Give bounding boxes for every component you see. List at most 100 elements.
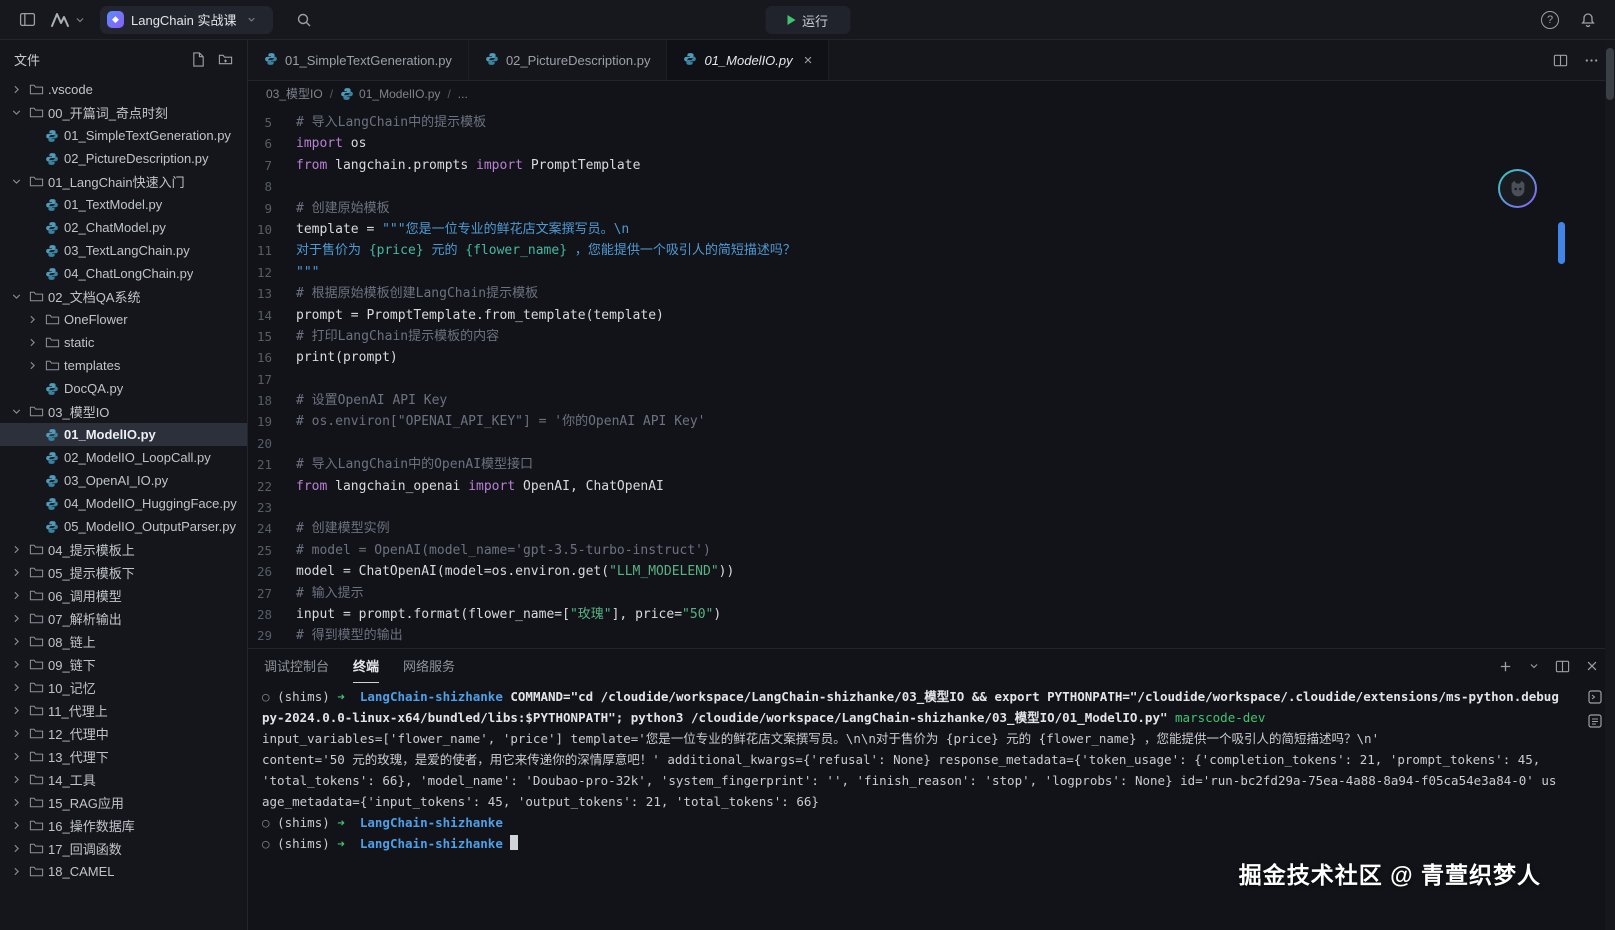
code-line[interactable]: 18# 设置OpenAI API Key <box>248 390 1615 411</box>
new-folder-icon[interactable] <box>218 52 233 67</box>
tree-folder[interactable]: 12_代理中 <box>0 722 247 745</box>
terminal-output[interactable]: ○ (shims) ➜ LangChain-shizhanke COMMAND=… <box>248 683 1575 930</box>
tree-file[interactable]: 02_PictureDescription.py <box>0 147 247 170</box>
tree-folder[interactable]: 18_CAMEL <box>0 860 247 883</box>
code-line[interactable]: 25# model = OpenAI(model_name='gpt-3.5-t… <box>248 540 1615 561</box>
code-text: import os <box>296 133 366 154</box>
code-line[interactable]: 12""" <box>248 262 1615 283</box>
tree-file[interactable]: 02_ModelIO_LoopCall.py <box>0 446 247 469</box>
close-tab-icon[interactable]: × <box>804 52 813 69</box>
more-actions-icon[interactable] <box>1584 53 1599 68</box>
tree-folder[interactable]: 13_代理下 <box>0 745 247 768</box>
code-line[interactable]: 15# 打印LangChain提示模板的内容 <box>248 326 1615 347</box>
editor-tab[interactable]: 02_PictureDescription.py <box>469 40 668 80</box>
code-line[interactable]: 29# 得到模型的输出 <box>248 625 1615 646</box>
code-line[interactable]: 21# 导入LangChain中的OpenAI模型接口 <box>248 454 1615 475</box>
code-line[interactable]: 6import os <box>248 133 1615 154</box>
tree-item-label: 03_模型IO <box>48 402 109 421</box>
code-line[interactable]: 22from langchain_openai import OpenAI, C… <box>248 476 1615 497</box>
code-line[interactable]: 23 <box>248 497 1615 518</box>
tree-folder[interactable]: 02_文档QA系统 <box>0 285 247 308</box>
tree-file[interactable]: 01_SimpleTextGeneration.py <box>0 124 247 147</box>
code-line[interactable]: 8 <box>248 176 1615 197</box>
editor-tab[interactable]: 01_ModelIO.py× <box>667 40 829 80</box>
window-scrollbar-thumb[interactable] <box>1606 48 1614 100</box>
code-line[interactable]: 26model = ChatOpenAI(model=os.environ.ge… <box>248 561 1615 582</box>
tree-folder[interactable]: 05_提示模板下 <box>0 561 247 584</box>
python-file-icon <box>44 428 60 442</box>
tree-folder[interactable]: 09_链下 <box>0 653 247 676</box>
tree-file[interactable]: 01_TextModel.py <box>0 193 247 216</box>
bell-icon[interactable] <box>1575 7 1601 33</box>
breadcrumb-item[interactable]: 01_ModelIO.py <box>340 87 440 101</box>
code-line[interactable]: 20 <box>248 433 1615 454</box>
tree-folder[interactable]: 17_回调函数 <box>0 837 247 860</box>
new-terminal-icon[interactable] <box>1498 659 1513 674</box>
project-switcher[interactable]: ◆ LangChain 实战课 <box>100 6 273 34</box>
panel-tab[interactable]: 终端 <box>353 649 379 683</box>
tree-folder[interactable]: 04_提示模板上 <box>0 538 247 561</box>
tree-file[interactable]: 04_ChatLongChain.py <box>0 262 247 285</box>
tree-file[interactable]: DocQA.py <box>0 377 247 400</box>
terminal-list-icon[interactable] <box>1587 713 1603 729</box>
tree-folder[interactable]: .vscode <box>0 78 247 101</box>
tree-folder[interactable]: 03_模型IO <box>0 400 247 423</box>
code-line[interactable]: 24# 创建模型实例 <box>248 518 1615 539</box>
split-terminal-icon[interactable] <box>1555 659 1570 674</box>
help-icon[interactable]: ? <box>1541 11 1559 29</box>
tree-file[interactable]: 01_ModelIO.py <box>0 423 247 446</box>
editor-scrollbar-thumb[interactable] <box>1558 222 1565 264</box>
tree-folder[interactable]: templates <box>0 354 247 377</box>
code-line[interactable]: 13# 根据原始模板创建LangChain提示模板 <box>248 283 1615 304</box>
editor-tab[interactable]: 01_SimpleTextGeneration.py <box>248 40 469 80</box>
open-in-editor-icon[interactable] <box>1587 689 1603 705</box>
toggle-sidebar-icon[interactable] <box>14 7 40 33</box>
tree-file[interactable]: 04_ModelIO_HuggingFace.py <box>0 492 247 515</box>
code-line[interactable]: 19# os.environ["OPENAI_API_KEY"] = '你的Op… <box>248 411 1615 432</box>
run-button[interactable]: 运行 <box>765 6 850 34</box>
panel-tab[interactable]: 调试控制台 <box>264 649 329 683</box>
ai-assistant-button[interactable] <box>1498 169 1537 208</box>
tree-file[interactable]: 03_OpenAI_IO.py <box>0 469 247 492</box>
tree-file[interactable]: 05_ModelIO_OutputParser.py <box>0 515 247 538</box>
tree-folder[interactable]: 11_代理上 <box>0 699 247 722</box>
chevron-right-icon <box>8 842 24 855</box>
split-editor-icon[interactable] <box>1553 53 1568 68</box>
code-editor[interactable]: 5# 导入LangChain中的提示模板6import os7from lang… <box>248 106 1615 648</box>
tree-file[interactable]: 03_TextLangChain.py <box>0 239 247 262</box>
code-line[interactable]: 7from langchain.prompts import PromptTem… <box>248 155 1615 176</box>
ide-logo-icon[interactable] <box>50 12 72 28</box>
code-line[interactable]: 28input = prompt.format(flower_name=["玫瑰… <box>248 604 1615 625</box>
code-line[interactable]: 11对于售价为 {price} 元的 {flower_name} ，您能提供一个… <box>248 240 1615 261</box>
tree-folder[interactable]: 10_记忆 <box>0 676 247 699</box>
breadcrumb-separator: / <box>330 87 333 101</box>
tree-folder[interactable]: OneFlower <box>0 308 247 331</box>
code-line[interactable]: 16print(prompt) <box>248 347 1615 368</box>
code-line[interactable]: 5# 导入LangChain中的提示模板 <box>248 112 1615 133</box>
tree-folder[interactable]: 15_RAG应用 <box>0 791 247 814</box>
tree-file[interactable]: 02_ChatModel.py <box>0 216 247 239</box>
code-line[interactable]: 9# 创建原始模板 <box>248 198 1615 219</box>
breadcrumb-item[interactable]: 03_模型IO <box>266 85 323 102</box>
chevron-down-icon[interactable] <box>74 14 86 26</box>
tree-folder[interactable]: static <box>0 331 247 354</box>
tree-folder[interactable]: 08_链上 <box>0 630 247 653</box>
close-panel-icon[interactable] <box>1585 659 1599 673</box>
tree-folder[interactable]: 00_开篇词_奇点时刻 <box>0 101 247 124</box>
panel-tab[interactable]: 网络服务 <box>403 649 455 683</box>
tree-folder[interactable]: 01_LangChain快速入门 <box>0 170 247 193</box>
new-file-icon[interactable] <box>191 52 206 67</box>
tree-folder[interactable]: 06_调用模型 <box>0 584 247 607</box>
tree-folder[interactable]: 16_操作数据库 <box>0 814 247 837</box>
code-line[interactable]: 10template = """您是一位专业的鲜花店文案撰写员。\n <box>248 219 1615 240</box>
search-icon[interactable] <box>291 7 317 33</box>
tree-folder[interactable]: 14_工具 <box>0 768 247 791</box>
code-line[interactable]: 17 <box>248 369 1615 390</box>
chevron-down-icon <box>8 175 24 188</box>
breadcrumb-item[interactable]: ... <box>458 87 468 101</box>
tree-folder[interactable]: 07_解析输出 <box>0 607 247 630</box>
window-scrollbar[interactable] <box>1605 40 1615 930</box>
code-line[interactable]: 27# 输入提示 <box>248 583 1615 604</box>
code-line[interactable]: 14prompt = PromptTemplate.from_template(… <box>248 305 1615 326</box>
terminal-dropdown-icon[interactable] <box>1528 660 1540 672</box>
